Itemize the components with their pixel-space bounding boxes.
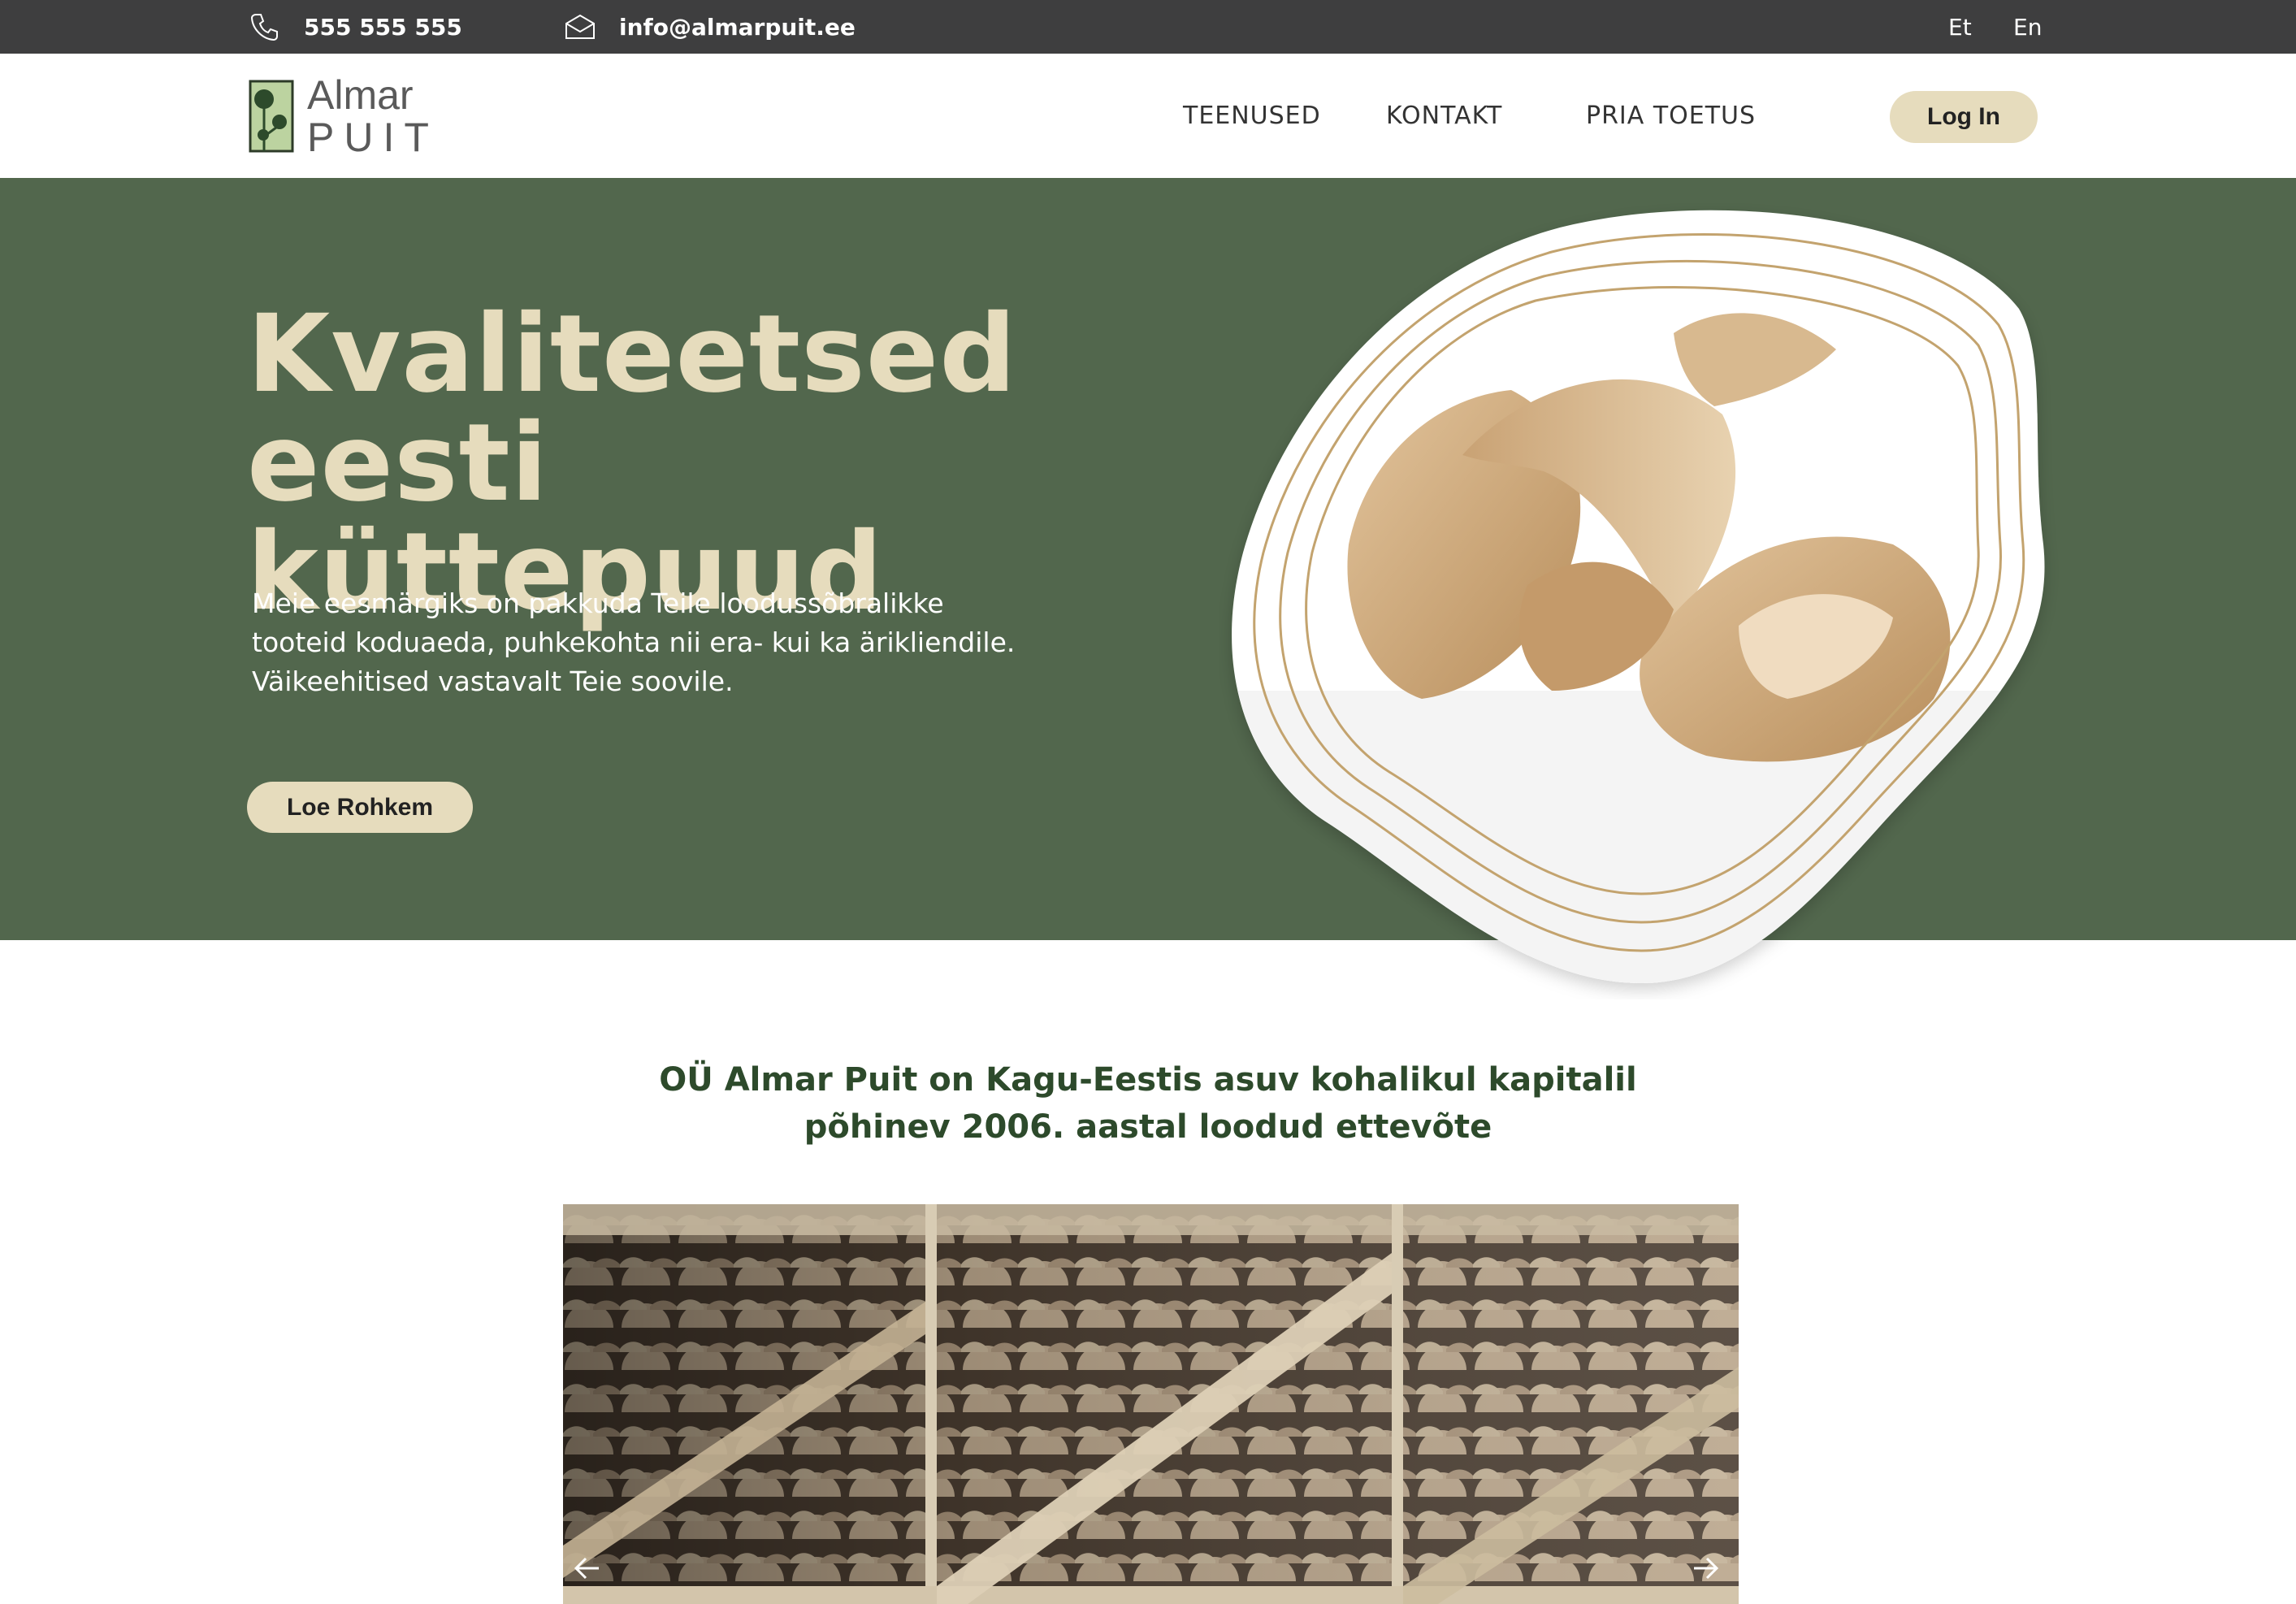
- nav-pria-toetus[interactable]: PRIA TOETUS: [1586, 54, 1756, 178]
- arrow-right-icon: [1689, 1552, 1722, 1588]
- intro-heading: OÜ Almar Puit on Kagu-Eestis asuv kohali…: [569, 1056, 1727, 1151]
- intro-line-2: põhinev 2006. aastal loodud ettevõte: [804, 1108, 1492, 1146]
- language-et-link[interactable]: Et: [1948, 0, 1972, 54]
- email-contact[interactable]: info@almarpuit.ee: [564, 0, 856, 54]
- phone-number: 555 555 555: [304, 13, 462, 41]
- site-header: Almar PUIT TEENUSED KONTAKT PRIA TOETUS …: [0, 54, 2296, 178]
- hero-description: Meie eesmärgiks on pakkuda Teile looduss…: [252, 584, 1032, 701]
- hero-text-line-1: Meie eesmärgiks on pakkuda Teile looduss…: [252, 587, 944, 619]
- hero-text-line-2: tooteid koduaeda, puhkekohta nii era- ku…: [252, 626, 1016, 658]
- hero-text-line-3: Väikeehitised vastavalt Teie soovile.: [252, 665, 734, 697]
- phone-contact[interactable]: 555 555 555: [249, 0, 462, 54]
- gallery-next-button[interactable]: [1681, 1545, 1730, 1594]
- image-gallery[interactable]: [563, 1204, 1739, 1604]
- envelope-icon: [564, 11, 596, 43]
- nav-kontakt[interactable]: KONTAKT: [1386, 54, 1502, 178]
- arrow-left-icon: [571, 1552, 604, 1588]
- email-address: info@almarpuit.ee: [619, 13, 856, 41]
- phone-icon: [249, 11, 281, 43]
- firewood-crates-photo: [563, 1204, 1739, 1604]
- logo-text: Almar PUIT: [307, 75, 439, 158]
- nav-teenused[interactable]: TEENUSED: [1183, 54, 1321, 178]
- logo-line-1: Almar: [307, 72, 414, 118]
- language-en-link[interactable]: En: [2013, 0, 2042, 54]
- hero-title: Kvaliteetsed eesti küttepuud: [247, 300, 1303, 626]
- intro-line-1: OÜ Almar Puit on Kagu-Eestis asuv kohali…: [659, 1061, 1637, 1099]
- logo[interactable]: Almar PUIT: [249, 75, 439, 158]
- gallery-prev-button[interactable]: [563, 1545, 612, 1594]
- hero-title-line-1: Kvaliteetsed eesti: [247, 292, 1017, 526]
- read-more-button[interactable]: Loe Rohkem: [247, 782, 473, 833]
- login-button[interactable]: Log In: [1890, 91, 2038, 143]
- tree-logo-icon: [249, 80, 294, 153]
- logo-line-2: PUIT: [307, 115, 439, 160]
- top-bar: 555 555 555 info@almarpuit.ee Et En: [0, 0, 2296, 54]
- hero-image-blob: [1219, 203, 2064, 999]
